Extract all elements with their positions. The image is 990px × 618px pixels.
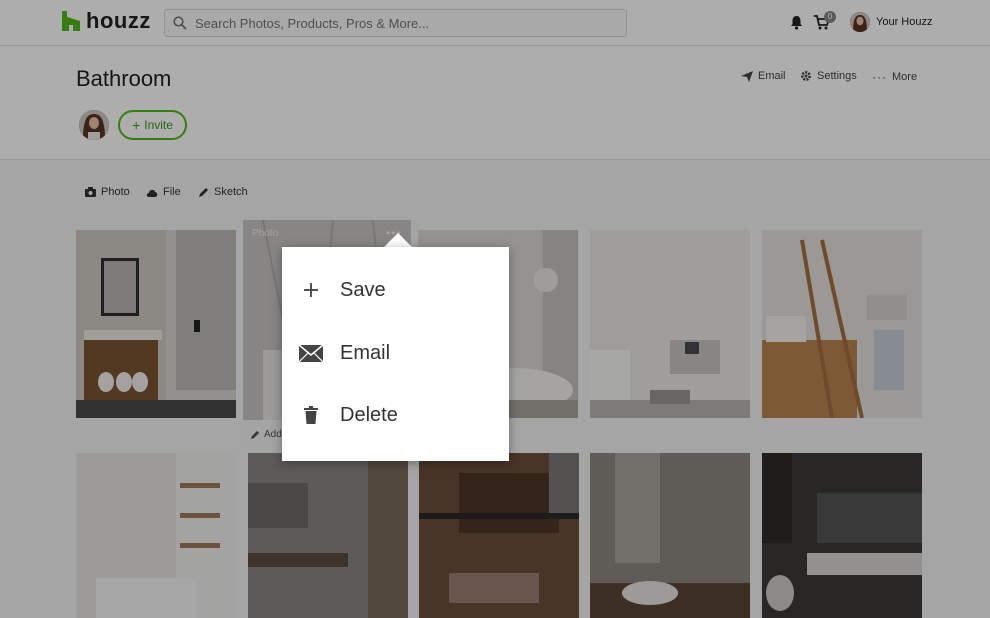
email-label: Email — [340, 341, 391, 364]
photo-context-menu: Save Email Delete — [282, 247, 509, 461]
save-label: Save — [340, 278, 386, 301]
email-menu-item[interactable]: Email — [282, 322, 509, 384]
menu-pointer — [384, 233, 412, 247]
envelope-icon — [282, 344, 340, 362]
trash-icon — [282, 406, 340, 424]
delete-label: Delete — [340, 403, 398, 426]
delete-menu-item[interactable]: Delete — [282, 384, 509, 446]
save-menu-item[interactable]: Save — [282, 259, 509, 321]
plus-icon — [282, 282, 340, 298]
